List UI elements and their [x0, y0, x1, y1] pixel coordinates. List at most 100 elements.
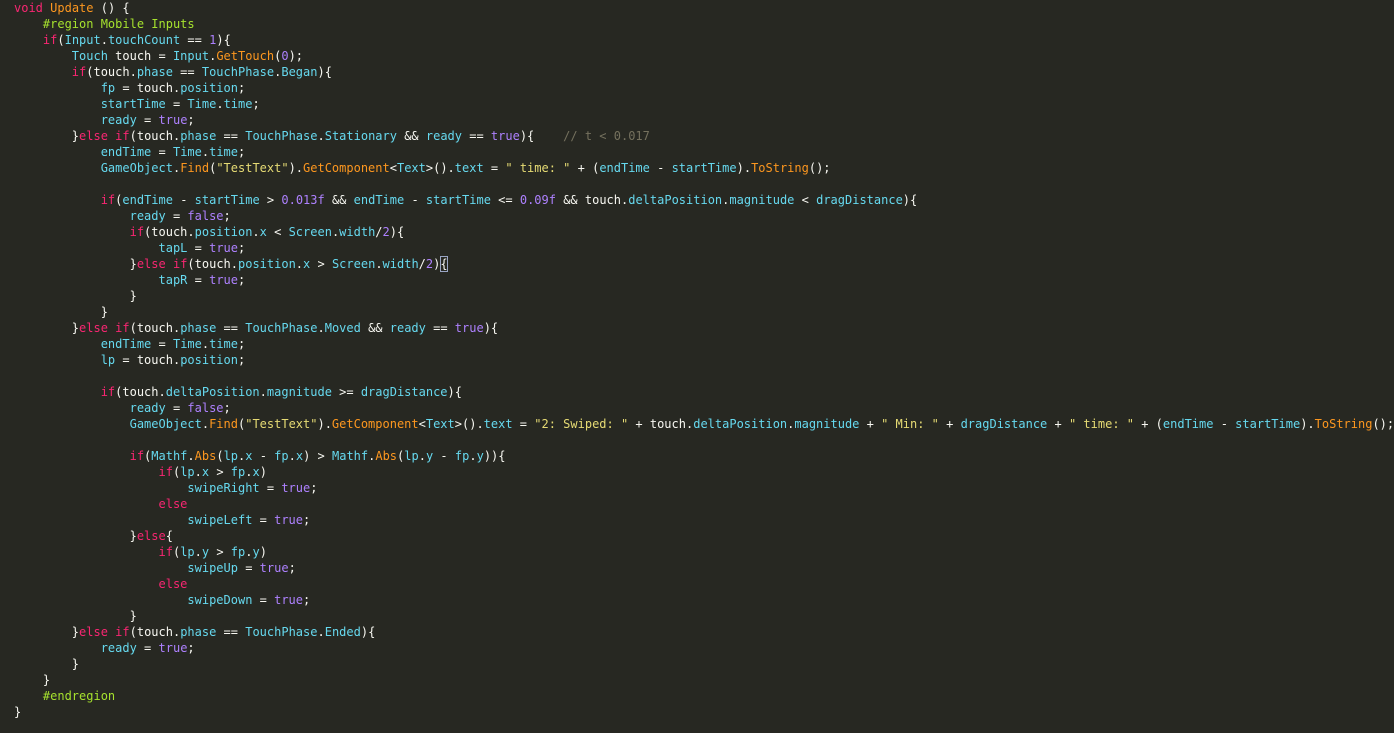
code-token-type: Input: [172, 49, 210, 63]
code-token-num: false: [187, 209, 224, 223]
code-token-type: Time: [172, 337, 202, 351]
code-token-type: GameObject: [129, 417, 202, 431]
code-line[interactable]: }: [14, 608, 1394, 624]
code-token-plain: ).: [736, 161, 752, 175]
code-line[interactable]: endTime = Time.time;: [14, 144, 1394, 160]
code-token-plain: ==: [216, 321, 246, 335]
code-line[interactable]: swipeLeft = true;: [14, 512, 1394, 528]
code-line[interactable]: }: [14, 304, 1394, 320]
code-line[interactable]: if(touch.phase == TouchPhase.Began){: [14, 64, 1394, 80]
code-token-member: deltaPosition: [628, 193, 723, 207]
code-line[interactable]: }: [14, 672, 1394, 688]
code-token-plain: =: [136, 113, 159, 127]
code-token-plain: .: [317, 625, 325, 639]
code-token-type: GameObject: [100, 161, 173, 175]
code-token-num: true: [274, 513, 304, 527]
code-line[interactable]: if(Input.touchCount == 1){: [14, 32, 1394, 48]
code-line[interactable]: [14, 176, 1394, 192]
code-token-type: TouchPhase: [245, 321, 318, 335]
code-token-member: time: [209, 337, 239, 351]
code-token-plain: .: [216, 97, 224, 111]
code-token-kw: if: [71, 65, 87, 79]
code-line[interactable]: ready = true;: [14, 640, 1394, 656]
code-line[interactable]: }else if(touch.phase == TouchPhase.Ended…: [14, 624, 1394, 640]
code-line[interactable]: ready = false;: [14, 208, 1394, 224]
code-line[interactable]: if(endTime - startTime > 0.013f && endTi…: [14, 192, 1394, 208]
code-token-kw: else: [158, 497, 188, 511]
code-line[interactable]: else: [14, 576, 1394, 592]
code-line[interactable]: [14, 368, 1394, 384]
code-token-plain: ;: [303, 593, 311, 607]
code-line[interactable]: void Update () {: [14, 0, 1394, 16]
code-token-type: Text: [425, 417, 455, 431]
code-line[interactable]: #endregion: [14, 688, 1394, 704]
code-token-plain: =: [151, 145, 173, 159]
code-line[interactable]: lp = touch.position;: [14, 352, 1394, 368]
code-token-type: ready: [129, 401, 166, 415]
code-token-type: Input: [64, 33, 101, 47]
code-line[interactable]: swipeUp = true;: [14, 560, 1394, 576]
code-token-plain: ){: [902, 193, 918, 207]
code-token-str: "2: Swiped: ": [534, 417, 629, 431]
code-token-member: deltaPosition: [693, 417, 788, 431]
code-line[interactable]: if(touch.position.x < Screen.width/2){: [14, 224, 1394, 240]
code-token-kw: else: [158, 577, 188, 591]
code-line[interactable]: if(touch.deltaPosition.magnitude >= drag…: [14, 384, 1394, 400]
code-line[interactable]: #region Mobile Inputs: [14, 16, 1394, 32]
code-token-num: true: [259, 561, 289, 575]
code-token-type: lp: [223, 449, 239, 463]
code-line[interactable]: swipeRight = true;: [14, 480, 1394, 496]
code-token-plain: <: [794, 193, 817, 207]
code-line[interactable]: swipeDown = true;: [14, 592, 1394, 608]
code-line[interactable]: GameObject.Find("TestText").GetComponent…: [14, 416, 1394, 432]
code-token-type: endTime: [100, 337, 152, 351]
code-line[interactable]: }else if(touch.phase == TouchPhase.Moved…: [14, 320, 1394, 336]
code-token-num: 0: [281, 49, 289, 63]
code-token-num: true: [454, 321, 484, 335]
code-token-kw: else: [136, 257, 166, 271]
code-line[interactable]: ready = true;: [14, 112, 1394, 128]
code-token-plain: (touch.: [115, 385, 166, 399]
code-token-member: position: [180, 81, 238, 95]
code-line[interactable]: }: [14, 704, 1394, 720]
code-token-plain: ;: [310, 481, 318, 495]
code-line[interactable]: if(lp.x > fp.x): [14, 464, 1394, 480]
code-line[interactable]: [14, 432, 1394, 448]
code-token-plain: ): [433, 257, 441, 271]
code-token-str: "TestText": [216, 161, 289, 175]
code-line[interactable]: startTime = Time.time;: [14, 96, 1394, 112]
code-line[interactable]: tapR = true;: [14, 272, 1394, 288]
code-line[interactable]: }else if(touch.phase == TouchPhase.Stati…: [14, 128, 1394, 144]
code-line[interactable]: }else{: [14, 528, 1394, 544]
code-token-member: magnitude: [794, 417, 860, 431]
code-line[interactable]: tapL = true;: [14, 240, 1394, 256]
code-line[interactable]: }else if(touch.position.x > Screen.width…: [14, 256, 1394, 272]
code-line[interactable]: endTime = Time.time;: [14, 336, 1394, 352]
code-line[interactable]: GameObject.Find("TestText").GetComponent…: [14, 160, 1394, 176]
code-line[interactable]: }: [14, 656, 1394, 672]
code-token-kw: void: [14, 1, 43, 15]
code-token-plain: -: [252, 449, 275, 463]
code-line[interactable]: fp = touch.position;: [14, 80, 1394, 96]
code-token-plain: ;: [237, 81, 246, 95]
code-token-member: text: [454, 161, 484, 175]
code-line[interactable]: if(Mathf.Abs(lp.x - fp.x) > Mathf.Abs(lp…: [14, 448, 1394, 464]
code-area[interactable]: void Update () { #region Mobile Inputs i…: [14, 0, 1394, 720]
code-token-type: fp: [274, 449, 289, 463]
code-token-type: Mathf: [332, 449, 369, 463]
code-token-plain: .: [317, 129, 325, 143]
code-token-num: 0.013f: [281, 193, 325, 207]
code-line[interactable]: }: [14, 288, 1394, 304]
code-line[interactable]: ready = false;: [14, 400, 1394, 416]
code-editor[interactable]: void Update () { #region Mobile Inputs i…: [0, 0, 1394, 733]
code-token-member: magnitude: [266, 385, 332, 399]
code-token-member: time: [223, 97, 253, 111]
code-line[interactable]: Touch touch = Input.GetTouch(0);: [14, 48, 1394, 64]
code-line[interactable]: if(lp.y > fp.y): [14, 544, 1394, 560]
code-token-type: tapR: [158, 273, 188, 287]
code-line[interactable]: else: [14, 496, 1394, 512]
code-token-type: Touch: [71, 49, 108, 63]
